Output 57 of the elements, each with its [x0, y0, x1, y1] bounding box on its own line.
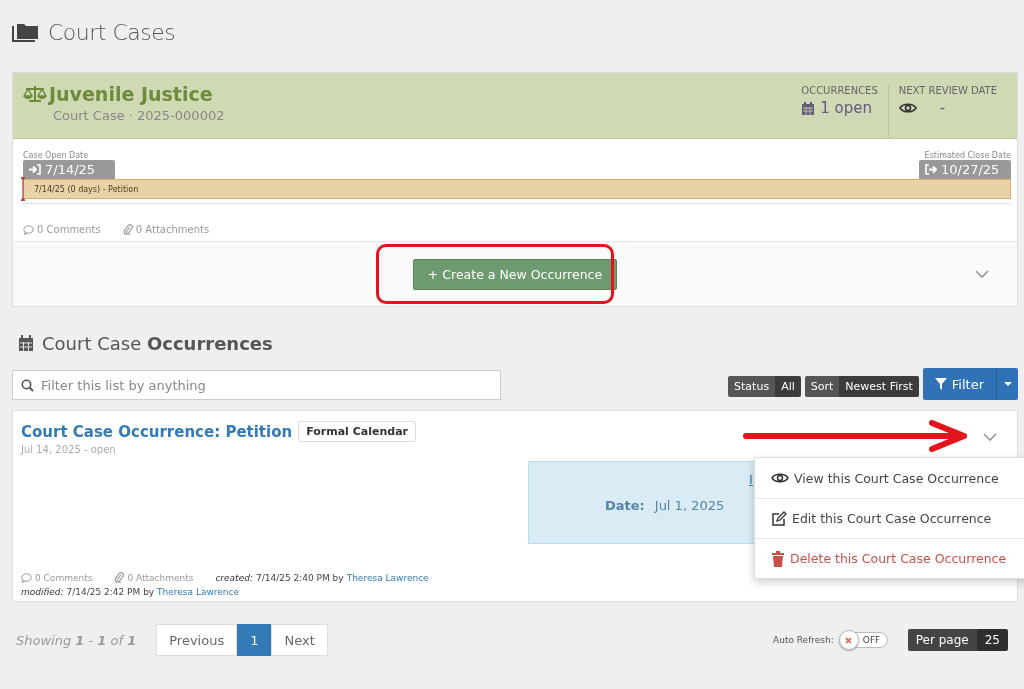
- date-label: Date:: [605, 498, 645, 513]
- date-label: Estimated Close Date: [924, 151, 1011, 160]
- funnel-icon: [934, 378, 947, 390]
- previous-button[interactable]: Previous: [156, 624, 238, 656]
- page-title: Court Cases: [48, 19, 176, 45]
- occurrence-title-link[interactable]: Court Case Occurrence: Petition: [21, 422, 293, 441]
- case-title: Juvenile Justice: [49, 83, 213, 105]
- date-label: Case Open Date: [23, 151, 90, 160]
- paperclip-icon: [114, 572, 125, 583]
- trash-icon: [771, 550, 785, 567]
- menu-item[interactable]: Delete this Court Case Occurrence: [755, 538, 1024, 578]
- close-icon: [845, 636, 853, 644]
- attachments-count[interactable]: 0 Attachments: [122, 224, 210, 235]
- create-occurrence-button[interactable]: + Create a New Occurrence: [412, 258, 618, 290]
- user-link[interactable]: Theresa Lawrence: [346, 572, 429, 583]
- comment-icon: [23, 224, 34, 235]
- comments-count[interactable]: 0 Comments: [21, 572, 93, 583]
- calendar-tag: Formal Calendar: [298, 421, 416, 442]
- paperclip-icon: [122, 224, 133, 235]
- eye-icon: [898, 102, 917, 114]
- attachments-count[interactable]: 0 Attachments: [114, 572, 194, 583]
- stat-value: 1 open: [820, 99, 873, 117]
- section-title: Court Case Occurrences: [42, 333, 273, 354]
- comments-count[interactable]: 0 Comments: [23, 224, 101, 235]
- menu-item[interactable]: View this Court Case Occurrence: [755, 458, 1024, 498]
- info-link[interactable]: I: [749, 472, 753, 487]
- comment-icon: [21, 572, 32, 583]
- modified-info: modified: 7/14/25 2:42 PM by Theresa Lawrence: [21, 587, 240, 597]
- case-number: Court Case · 2025-000002: [53, 108, 225, 123]
- user-link[interactable]: Theresa Lawrence: [157, 587, 240, 597]
- auto-refresh-toggle[interactable]: OFF: [839, 632, 888, 648]
- calendar-icon: [801, 100, 816, 116]
- menu-item[interactable]: Edit this Court Case Occurrence: [755, 498, 1024, 538]
- search-icon: [21, 379, 34, 392]
- showing-count: Showing 1 - 1 of 1: [16, 632, 137, 648]
- timeline-label: 7/14/25 (0 days) - Petition: [34, 184, 139, 194]
- stat-label: OCCURRENCES: [801, 85, 878, 96]
- filter-field[interactable]: Filter this list by anything: [12, 370, 501, 400]
- created-info: created: 7/14/25 2:40 PM by Theresa Lawrence: [215, 572, 429, 583]
- expand-chevron-icon[interactable]: [975, 270, 989, 279]
- scales-icon: [23, 85, 47, 103]
- occurrence-date-status: Jul 14, 2025 - open: [21, 444, 117, 455]
- stat-label: NEXT REVIEW DATE: [898, 85, 997, 96]
- start-marker-icon: [21, 177, 25, 201]
- page-button[interactable]: 1: [237, 624, 272, 656]
- auto-refresh-label: Auto Refresh:: [773, 635, 834, 645]
- caret-icon: [1003, 381, 1012, 387]
- edit-icon: [771, 510, 787, 527]
- close-date-badge: 10/27/25: [919, 160, 1011, 179]
- open-date-badge: 7/14/25: [23, 160, 115, 179]
- calendar-icon: [18, 335, 34, 352]
- date-value: Jul 1, 2025: [654, 498, 725, 513]
- expand-chevron-icon[interactable]: [983, 433, 997, 442]
- folder-icon: [12, 22, 40, 42]
- stat-value: -: [939, 99, 946, 117]
- next-button[interactable]: Next: [271, 624, 328, 656]
- eye-icon: [771, 472, 789, 484]
